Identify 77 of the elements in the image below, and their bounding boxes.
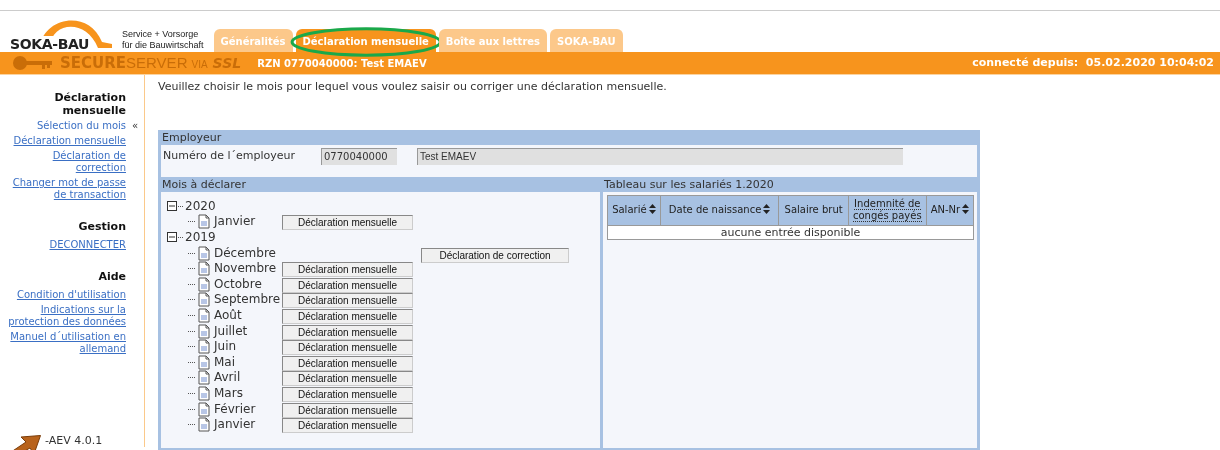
version-text: -AEV 4.0.1: [45, 434, 103, 447]
declaration-button[interactable]: Déclaration mensuelle: [282, 293, 413, 309]
declaration-button[interactable]: Déclaration mensuelle: [282, 262, 413, 278]
column-header[interactable]: AN-Nr: [926, 195, 974, 225]
document-icon: [196, 307, 211, 323]
field-label: Numéro de l´employeur: [163, 147, 297, 164]
month-label[interactable]: Juillet: [214, 324, 282, 338]
document-icon: [196, 292, 211, 308]
month-label[interactable]: Mai: [214, 355, 282, 369]
sidebar-link[interactable]: Manuel d´utilisation en allemand: [8, 331, 126, 355]
declaration-button[interactable]: Déclaration mensuelle: [282, 308, 413, 324]
month-label[interactable]: Janvier: [214, 418, 282, 432]
sort-icon[interactable]: [763, 204, 771, 214]
declaration-button[interactable]: Déclaration mensuelle: [282, 418, 413, 434]
column-header[interactable]: Date de naissance: [660, 195, 779, 225]
sidebar-heading: Gestion: [77, 220, 126, 233]
declaration-button[interactable]: Déclaration mensuelle: [282, 386, 413, 402]
month-label[interactable]: Octobre: [214, 277, 282, 291]
month-label[interactable]: Novembre: [214, 262, 282, 276]
collapse-icon[interactable]: [167, 201, 177, 212]
document-icon: [196, 276, 211, 292]
logo-text: SOKA-BAU: [10, 36, 91, 52]
document-icon: [196, 354, 211, 370]
declaration-button[interactable]: Déclaration mensuelle: [282, 215, 413, 231]
employer-name-field: Test EMAEV: [417, 147, 903, 165]
month-label[interactable]: Août: [214, 308, 282, 322]
declaration-button[interactable]: Déclaration mensuelle: [282, 371, 413, 387]
tagline: Service + Vorsorge: [122, 29, 200, 40]
sidebar-link[interactable]: Déclaration de correction: [8, 150, 126, 174]
section-header: Employeur: [161, 129, 223, 145]
column-header[interactable]: Indemnité de congés payés: [848, 195, 927, 225]
sidebar-link[interactable]: DECONNECTER: [49, 239, 126, 251]
year-label[interactable]: 2019: [185, 228, 216, 247]
section-header: Mois à déclarer: [161, 177, 247, 192]
column-header[interactable]: Salarié: [607, 195, 661, 225]
month-label[interactable]: Janvier: [214, 215, 282, 229]
declaration-button[interactable]: Déclaration mensuelle: [282, 277, 413, 293]
declaration-button[interactable]: Déclaration de correction: [421, 247, 569, 263]
document-icon: [196, 245, 211, 261]
document-icon: [196, 261, 211, 277]
tagline: für die Bauwirtschaft: [122, 40, 204, 51]
column-header[interactable]: Salaire brut: [778, 195, 849, 225]
sort-icon[interactable]: [962, 204, 970, 214]
document-icon: [196, 385, 211, 401]
sort-icon[interactable]: [648, 204, 656, 214]
month-label[interactable]: Avril: [214, 371, 282, 385]
sidebar-link[interactable]: Changer mot de passe de transaction: [8, 177, 126, 201]
sidebar-link[interactable]: Indications sur la protection des données: [8, 304, 126, 328]
key-icon: [12, 55, 54, 71]
account-info: RZN 0770040000: Test EMAEV: [257, 56, 427, 71]
declaration-button[interactable]: Déclaration mensuelle: [282, 355, 413, 371]
employer-number-field: 0770040000: [321, 147, 397, 165]
sidebar-heading: Déclaration mensuelle: [53, 91, 126, 117]
month-label[interactable]: Février: [214, 402, 282, 416]
month-label[interactable]: Mars: [214, 386, 282, 400]
document-icon: [196, 339, 211, 355]
document-icon: [196, 214, 211, 230]
instruction-text: Veuillez choisir le mois pour lequel vous voulez saisir ou corriger une déclaration mensuelle.: [158, 79, 668, 95]
document-icon: [196, 417, 211, 433]
collapse-icon[interactable]: [167, 232, 177, 243]
document-icon: [196, 370, 211, 386]
connected-since: connecté depuis: 05.02.2020 10:04:02: [972, 54, 1214, 71]
sidebar-link[interactable]: Déclaration mensuelle: [13, 135, 126, 147]
document-icon: [196, 323, 211, 339]
document-icon: [196, 401, 211, 417]
year-label[interactable]: 2020: [185, 197, 216, 216]
declaration-button[interactable]: Déclaration mensuelle: [282, 340, 413, 356]
sidebar-link[interactable]: Condition d'utilisation: [16, 289, 126, 301]
month-label[interactable]: Septembre: [214, 293, 282, 307]
current-marker: «: [131, 120, 138, 132]
declaration-button[interactable]: Déclaration mensuelle: [282, 402, 413, 418]
month-label[interactable]: Décembre: [214, 246, 282, 260]
sidebar-link[interactable]: Sélection du mois: [37, 120, 126, 132]
month-label[interactable]: Juin: [214, 340, 282, 354]
section-header: Tableau sur les salariés 1.2020: [603, 177, 775, 192]
declaration-button[interactable]: Déclaration mensuelle: [282, 324, 413, 340]
sidebar-heading: Aide: [97, 270, 126, 283]
